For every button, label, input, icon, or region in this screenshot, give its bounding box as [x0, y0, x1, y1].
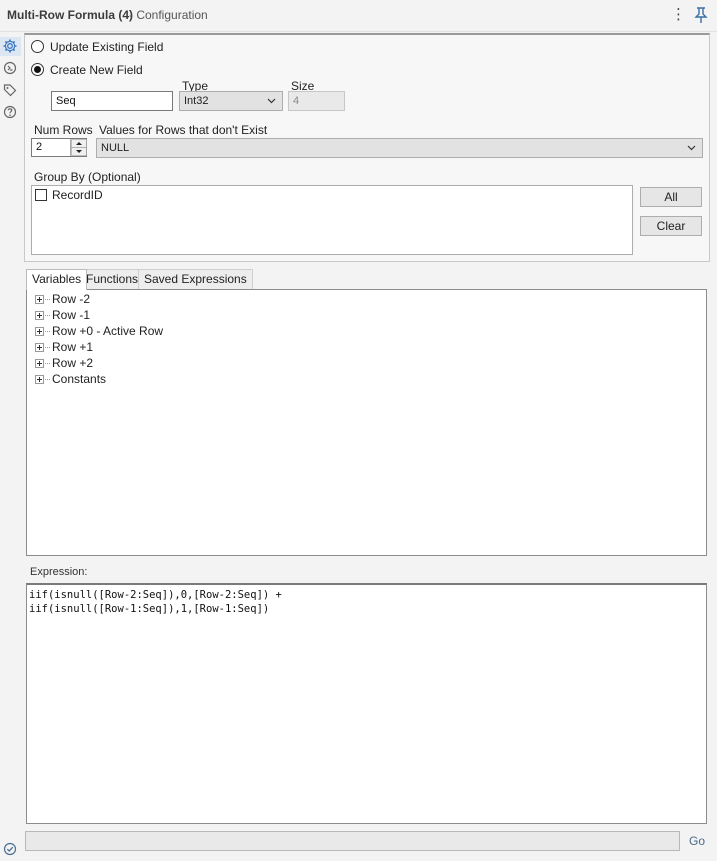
- chevron-down-icon: [687, 145, 696, 151]
- expand-plus-icon[interactable]: [35, 375, 44, 384]
- values-nonexist-label: Values for Rows that don't Exist: [99, 123, 268, 137]
- recordid-label: RecordID: [52, 188, 103, 202]
- expand-plus-icon[interactable]: [35, 343, 44, 352]
- all-button[interactable]: All: [640, 187, 702, 207]
- tab-saved-expressions[interactable]: Saved Expressions: [138, 269, 253, 289]
- tab-functions[interactable]: Functions: [80, 269, 145, 289]
- clear-button[interactable]: Clear: [640, 216, 702, 236]
- variables-tree: Row -2 Row -1 Row +0 - Active Row Row +1…: [26, 289, 707, 556]
- type-select[interactable]: Int32: [179, 91, 283, 111]
- expand-plus-icon[interactable]: [35, 359, 44, 368]
- annotation-icon[interactable]: [2, 60, 18, 76]
- expand-plus-icon[interactable]: [35, 327, 44, 336]
- help-icon[interactable]: [2, 104, 18, 120]
- kebab-menu-icon[interactable]: ⋮: [671, 6, 686, 24]
- go-button[interactable]: Go: [689, 834, 705, 848]
- tab-variables[interactable]: Variables: [26, 269, 88, 290]
- size-input: 4: [288, 91, 345, 111]
- create-new-radio[interactable]: [31, 63, 44, 76]
- expand-plus-icon[interactable]: [35, 311, 44, 320]
- type-select-value: Int32: [184, 95, 209, 107]
- window-title: Multi-Row Formula (4): [7, 8, 133, 22]
- expression-editor[interactable]: iif(isnull([Row-2:Seq]),0,[Row-2:Seq]) +…: [26, 583, 707, 824]
- update-existing-radio[interactable]: [31, 40, 44, 53]
- values-nonexist-value: NULL: [101, 142, 130, 154]
- expression-label: Expression:: [30, 566, 88, 578]
- gear-icon[interactable]: [2, 38, 18, 54]
- stepper-buttons: [70, 139, 87, 156]
- window-subtitle: - Configuration: [129, 8, 208, 22]
- tag-icon[interactable]: [2, 82, 18, 98]
- num-rows-label: Num Rows: [34, 123, 93, 137]
- values-nonexist-select[interactable]: NULL: [96, 138, 703, 158]
- num-rows-value: 2: [36, 141, 43, 153]
- chevron-down-icon: [267, 98, 276, 104]
- new-field-name-input[interactable]: Seq: [51, 91, 173, 111]
- expression-line: iif(isnull([Row-2:Seq]),0,[Row-2:Seq]) +: [29, 589, 282, 601]
- create-new-label: Create New Field: [50, 63, 143, 77]
- group-by-list: [31, 185, 633, 255]
- check-circle-icon[interactable]: [2, 841, 18, 857]
- expand-plus-icon[interactable]: [35, 295, 44, 304]
- search-input[interactable]: [25, 831, 680, 851]
- update-existing-label: Update Existing Field: [50, 40, 164, 54]
- pin-icon[interactable]: [693, 5, 709, 25]
- group-by-label: Group By (Optional): [34, 170, 141, 184]
- recordid-checkbox[interactable]: [35, 189, 47, 201]
- expression-line: iif(isnull([Row-1:Seq]),1,[Row-1:Seq]): [29, 603, 270, 615]
